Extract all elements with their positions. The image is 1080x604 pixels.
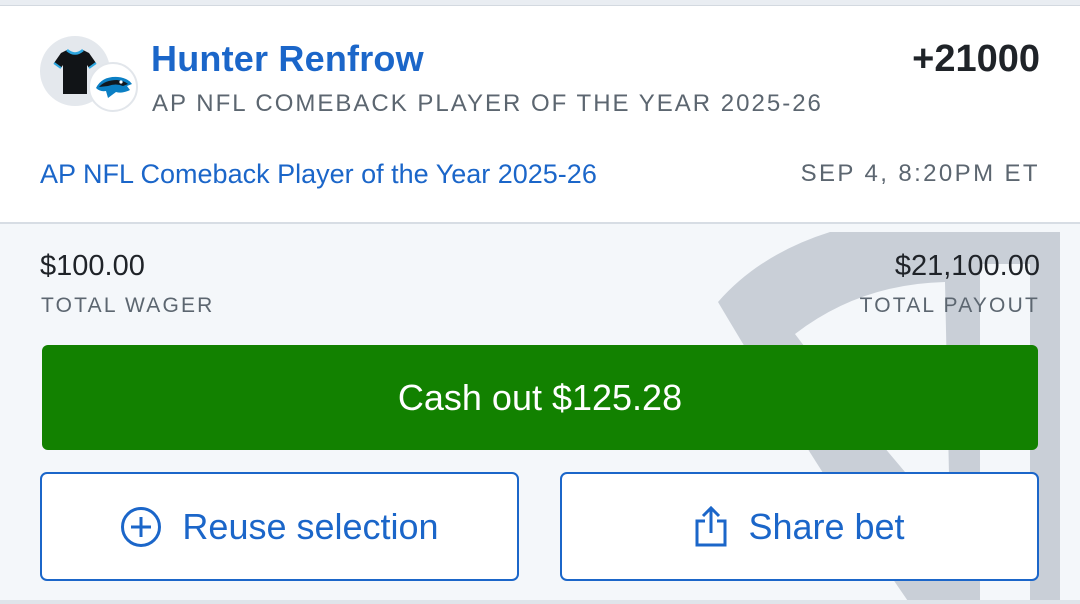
event-time: SEP 4, 8:20PM ET [800,160,1040,187]
reuse-selection-button[interactable]: Reuse selection [40,472,519,581]
event-link[interactable]: AP NFL Comeback Player of the Year 2025-… [40,159,597,190]
cash-out-button[interactable]: Cash out $125.28 [42,345,1038,450]
share-bet-button[interactable]: Share bet [560,472,1039,581]
market-name: AP NFL COMEBACK PLAYER OF THE YEAR 2025-… [152,90,823,117]
team-logo [88,62,138,112]
panther-logo-icon [96,76,132,98]
bottom-divider [0,600,1080,604]
reuse-selection-label: Reuse selection [182,505,439,547]
odds-value: +21000 [912,38,1040,80]
bet-header: Hunter Renfrow +21000 AP NFL COMEBACK PL… [0,6,1080,224]
total-payout-label: TOTAL PAYOUT [859,294,1040,317]
share-icon [695,505,727,546]
player-name[interactable]: Hunter Renfrow [151,38,424,80]
total-payout-amount: $21,100.00 [894,250,1040,282]
plus-circle-icon [121,506,162,547]
total-wager-label: TOTAL WAGER [41,294,215,317]
share-bet-label: Share bet [748,505,905,547]
total-wager-amount: $100.00 [40,250,145,282]
bet-summary: $100.00 TOTAL WAGER $21,100.00 TOTAL PAY… [0,224,1080,604]
